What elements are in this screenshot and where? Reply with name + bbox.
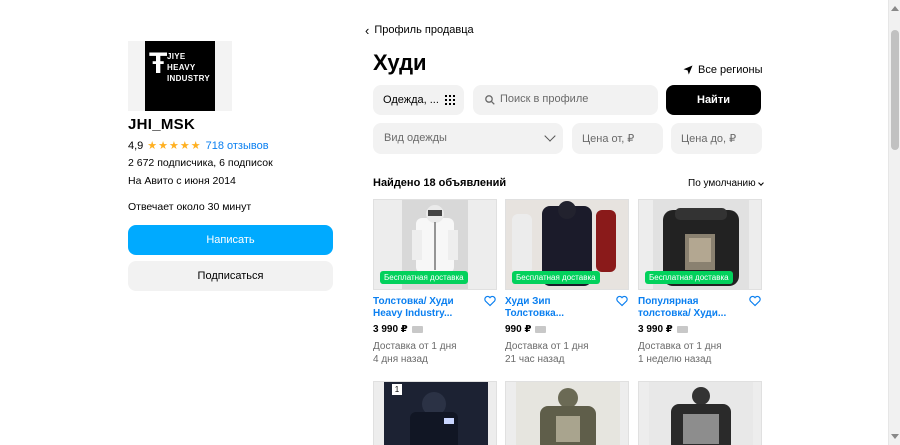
price-to-input[interactable] <box>671 123 762 154</box>
price-value: 3 990 ₽ <box>638 324 673 335</box>
listing-card[interactable] <box>638 381 762 445</box>
listing-card[interactable]: 1 <box>373 381 497 445</box>
category-value: Одежда, ... <box>383 94 439 106</box>
listing-title[interactable]: Популярная толстовка/ Худи... <box>638 296 738 320</box>
listing-price: 3 990 ₽ <box>373 324 423 335</box>
category-select[interactable]: Одежда, ... <box>373 85 464 115</box>
delivery-info: Доставка от 1 дня <box>373 341 457 352</box>
search-input[interactable] <box>500 93 650 105</box>
seller-avatar: Ŧ JIYE HEAVY INDUSTRY <box>128 41 232 111</box>
region-selector[interactable]: Все регионы <box>683 64 763 76</box>
chevron-left-icon: ‹ <box>365 22 370 38</box>
back-to-profile-link[interactable]: ‹ Профиль продавца <box>365 22 474 38</box>
listing-price: 990 ₽ <box>505 324 547 335</box>
hoodie-photo-image <box>516 382 620 445</box>
seller-rating: 4,9 ★★★★★ 718 отзывов <box>128 139 269 153</box>
posted-time: 1 неделю назад <box>638 354 712 365</box>
listing-photo[interactable]: Бесплатная доставка <box>373 199 497 290</box>
free-delivery-badge: Бесплатная доставка <box>380 271 468 284</box>
location-arrow-icon <box>683 65 693 75</box>
posted-time: 21 час назад <box>505 354 565 365</box>
listing-price: 3 990 ₽ <box>638 324 688 335</box>
rating-value: 4,9 <box>128 139 144 152</box>
hoodie-photo-image <box>649 382 753 445</box>
member-since: На Авито с июня 2014 <box>128 175 236 187</box>
scroll-thumb[interactable] <box>891 30 899 150</box>
results-count: Найдено 18 объявлений <box>373 177 507 189</box>
seller-name: JHI_MSK <box>128 116 196 133</box>
heart-icon[interactable] <box>749 295 761 307</box>
heart-icon[interactable] <box>484 295 496 307</box>
page-title: Худи <box>373 50 427 75</box>
truck-icon <box>676 326 688 333</box>
seller-logo: Ŧ JIYE HEAVY INDUSTRY <box>145 41 215 111</box>
chevron-down-icon <box>544 130 556 142</box>
clothing-type-placeholder: Вид одежды <box>384 132 447 144</box>
price-from-input[interactable] <box>572 123 663 154</box>
sort-select[interactable]: По умолчанию <box>688 178 764 189</box>
listing-title[interactable]: Худи Зип Толстовка... <box>505 296 605 320</box>
back-label: Профиль продавца <box>374 24 474 36</box>
response-time: Отвечает около 30 минут <box>128 201 252 213</box>
scroll-up-icon[interactable] <box>891 6 899 11</box>
scroll-down-icon[interactable] <box>891 434 899 439</box>
heart-icon[interactable] <box>616 295 628 307</box>
chevron-down-icon <box>757 179 764 186</box>
reviews-link[interactable]: 718 отзывов <box>206 140 269 152</box>
truck-icon <box>535 326 547 333</box>
page-scrollbar[interactable] <box>888 0 900 445</box>
search-box[interactable] <box>473 85 658 115</box>
free-delivery-badge: Бесплатная доставка <box>512 271 600 284</box>
grid-icon <box>445 95 455 105</box>
delivery-info: Доставка от 1 дня <box>638 341 722 352</box>
free-delivery-badge: Бесплатная доставка <box>645 271 733 284</box>
listing-photo[interactable]: Бесплатная доставка <box>638 199 762 290</box>
image-count-badge: 1 <box>392 384 402 395</box>
listing-card[interactable] <box>505 381 629 445</box>
search-icon <box>485 95 495 105</box>
region-label: Все регионы <box>698 64 763 76</box>
posted-time: 4 дня назад <box>373 354 428 365</box>
listing-title[interactable]: Толстовка/ Худи Heavy Industry... <box>373 296 473 320</box>
clothing-type-select[interactable]: Вид одежды <box>373 123 563 154</box>
subscribe-button[interactable]: Подписаться <box>128 261 333 291</box>
price-value: 3 990 ₽ <box>373 324 408 335</box>
delivery-info: Доставка от 1 дня <box>505 341 589 352</box>
sort-label: По умолчанию <box>688 178 756 189</box>
price-value: 990 ₽ <box>505 324 532 335</box>
find-button[interactable]: Найти <box>666 85 761 115</box>
subscribers-info: 2 672 подписчика, 6 подписок <box>128 157 273 169</box>
rating-stars-icon: ★★★★★ <box>147 140 202 152</box>
truck-icon <box>411 326 423 333</box>
listing-photo[interactable]: Бесплатная доставка <box>505 199 629 290</box>
write-button[interactable]: Написать <box>128 225 333 255</box>
